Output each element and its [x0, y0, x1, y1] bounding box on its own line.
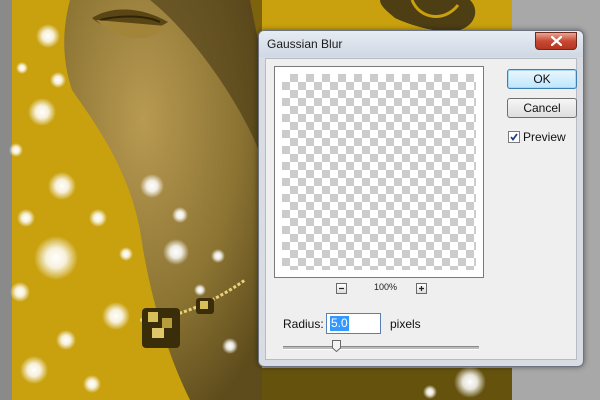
dialog-title-bar[interactable]: Gaussian Blur	[259, 31, 583, 57]
cancel-button[interactable]: Cancel	[507, 98, 577, 118]
radius-value: 5.0	[330, 316, 349, 331]
close-icon	[551, 36, 562, 46]
plus-icon	[419, 286, 424, 291]
zoom-level: 100%	[374, 282, 398, 292]
radius-label: Radius:	[283, 317, 324, 331]
close-button[interactable]	[535, 32, 577, 50]
preview-checkbox[interactable]	[508, 131, 520, 143]
dialog-title: Gaussian Blur	[267, 37, 343, 51]
minus-icon	[339, 287, 344, 290]
radius-input[interactable]: 5.0	[326, 313, 381, 334]
zoom-out-button[interactable]	[336, 283, 347, 294]
ok-button[interactable]: OK	[507, 69, 577, 89]
dialog-body: 100% OK Cancel Preview Radius: 5.0 pixel…	[265, 58, 577, 360]
zoom-in-button[interactable]	[416, 283, 427, 294]
radius-slider-track[interactable]	[283, 346, 479, 350]
preview-frame	[274, 66, 484, 278]
gaussian-blur-dialog: Gaussian Blur 100% OK Cancel Preview Rad…	[258, 30, 584, 367]
pixels-label: pixels	[390, 317, 421, 331]
preview-label: Preview	[523, 130, 566, 144]
preview-area[interactable]	[282, 74, 476, 270]
checkmark-icon	[510, 133, 518, 141]
radius-slider-thumb[interactable]	[331, 340, 341, 352]
